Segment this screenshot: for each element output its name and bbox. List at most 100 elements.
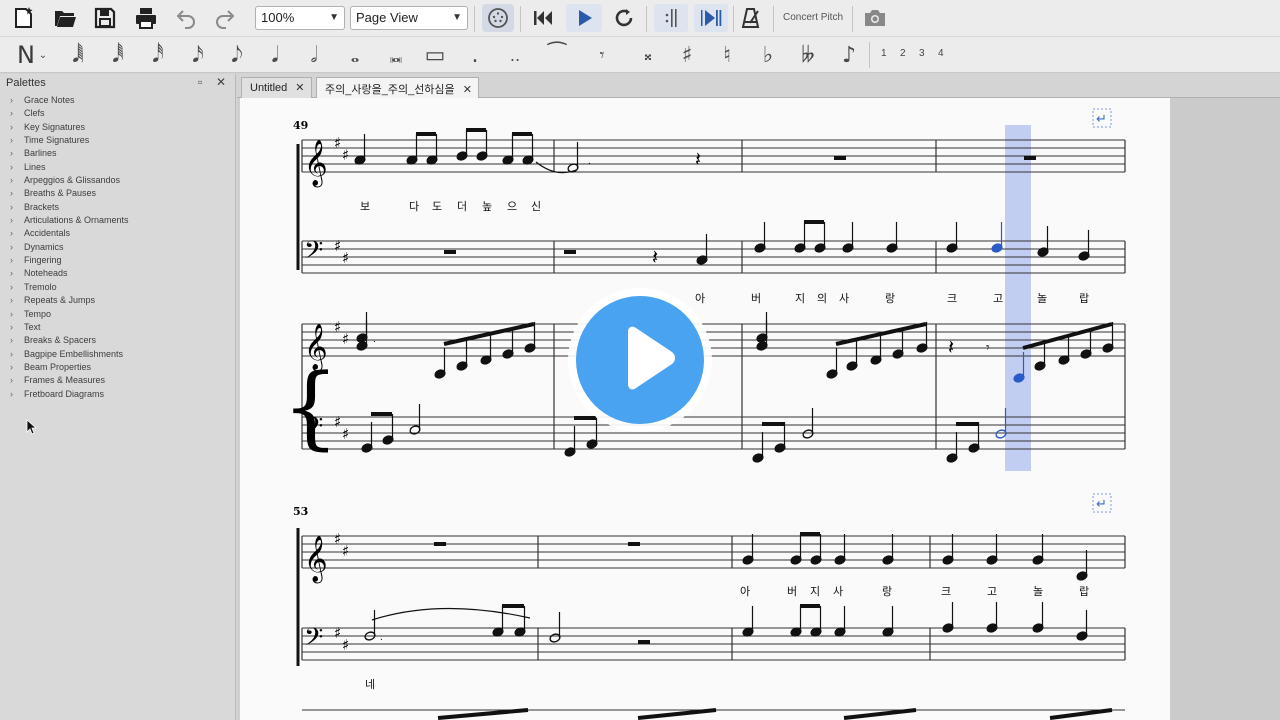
palette-item[interactable]: › Repeats & Jumps	[10, 294, 129, 307]
play-icon[interactable]	[566, 4, 602, 32]
midi-input-icon[interactable]	[482, 4, 514, 32]
camera-icon[interactable]	[861, 5, 889, 31]
palette-item[interactable]: › Fretboard Diagrams	[10, 388, 129, 401]
close-icon[interactable]: ✕	[295, 82, 304, 94]
whole-rest	[444, 250, 456, 254]
palette-item[interactable]: › Barlines	[10, 147, 129, 160]
palette-item[interactable]: › Time Signatures	[10, 134, 129, 147]
duration-whole-icon[interactable]: 𝅝	[341, 40, 369, 70]
tab-label: 주의_사랑을_주의_선하심을	[325, 84, 455, 96]
view-mode-select[interactable]: Page View ▼	[350, 6, 468, 30]
quarter-rest: 𝄽	[948, 335, 954, 359]
quarter-rest: 𝄽	[695, 147, 701, 171]
key-signature-sharp: ♯	[342, 425, 349, 443]
palette-item[interactable]: › Dynamics	[10, 241, 129, 254]
lyric-syllable: 버	[787, 585, 797, 598]
voice-1-button[interactable]: 1	[881, 48, 887, 59]
palette-item[interactable]: › Lines	[10, 161, 129, 174]
new-score-icon[interactable]	[10, 5, 38, 31]
palette-item[interactable]: › Fingering	[10, 254, 129, 267]
main-toolbar: 100% ▼ Page View ▼ Concert Pitch	[0, 0, 1280, 37]
duration-quarter-icon[interactable]: 𝅘𝅥	[261, 40, 289, 70]
duration-breve-icon[interactable]: 𝅜	[382, 40, 410, 70]
double-dot-icon[interactable]: ..	[501, 40, 529, 70]
duration-longa-icon[interactable]: ▭	[421, 40, 449, 70]
lyric-syllable: 랍	[1079, 292, 1089, 305]
tie-icon[interactable]: ⁀	[543, 40, 571, 70]
undock-icon[interactable]: ▫	[198, 75, 202, 89]
key-signature-sharp: ♯	[342, 542, 349, 560]
palette-item[interactable]: › Key Signatures	[10, 121, 129, 134]
repeat-playback-icon[interactable]	[654, 4, 688, 32]
chevron-down-icon[interactable]: ⌄	[36, 40, 50, 70]
treble-clef-icon: 𝄞	[304, 536, 328, 584]
system-break-icon: ↵	[1096, 497, 1107, 512]
chevron-right-icon: ›	[10, 148, 13, 159]
voice-4-button[interactable]: 4	[938, 48, 944, 59]
beam	[443, 322, 535, 346]
natural-icon[interactable]: ♮	[713, 40, 741, 70]
pan-score-icon[interactable]	[694, 4, 728, 32]
close-icon[interactable]: ✕	[216, 75, 226, 89]
score-page[interactable]: 49{𝄞 ♯ ♯ 𝄢 ♯ ♯ 𝄞 ♯ ♯ 𝄢 ♯ ♯. 𝄽 보 다 도 더 높 으 신 𝄽 아 버 지 의 사 랑 크 고 놀 랍. 𝄽 𝄾 53…	[240, 98, 1170, 720]
metronome-icon[interactable]	[737, 5, 765, 31]
palette-item[interactable]: › Text	[10, 321, 129, 334]
concert-pitch-button[interactable]: Concert Pitch	[783, 12, 843, 23]
undo-icon[interactable]	[172, 5, 200, 31]
lyric-syllable: 의	[817, 292, 827, 305]
palette-item[interactable]: › Breaks & Spacers	[10, 334, 129, 347]
chevron-right-icon: ›	[10, 215, 13, 226]
palette-item[interactable]: › Frames & Measures	[10, 374, 129, 387]
lyric-syllable: 보	[360, 200, 370, 213]
tab-current-score[interactable]: 주의_사랑을_주의_선하심을 ✕	[316, 77, 479, 98]
voice-2-button[interactable]: 2	[900, 48, 906, 59]
score-notation[interactable]: 49{𝄞 ♯♯𝄢 ♯♯𝄞 ♯♯𝄢 ♯♯. 𝄽보 다 도 더 높 으 신𝄽아 버 지 의 사 랑 크 고 놀 랍. 𝄽 𝄾53…	[240, 98, 1170, 720]
duration-half-icon[interactable]: 𝅗𝅥	[300, 40, 328, 70]
treble-clef-icon: 𝄞	[304, 140, 328, 188]
chevron-right-icon: ›	[10, 121, 13, 132]
palette-item[interactable]: › Clefs	[10, 107, 129, 120]
key-signature-sharp: ♯	[334, 237, 341, 255]
palette-item[interactable]: › Tempo	[10, 308, 129, 321]
palette-item[interactable]: › Beam Properties	[10, 361, 129, 374]
double-flat-icon[interactable]: 𝄫	[794, 40, 822, 70]
palette-item[interactable]: › Breaths & Pauses	[10, 187, 129, 200]
flat-icon[interactable]: ♭	[754, 40, 782, 70]
tab-untitled[interactable]: Untitled ✕	[241, 77, 312, 98]
rest-icon[interactable]: 𝄾	[588, 40, 616, 70]
palette-item[interactable]: › Accidentals	[10, 227, 129, 240]
redo-icon[interactable]	[211, 5, 239, 31]
beam	[437, 708, 529, 720]
palette-item[interactable]: › Noteheads	[10, 267, 129, 280]
sharp-icon[interactable]: ♯	[673, 40, 701, 70]
zoom-select[interactable]: 100% ▼	[255, 6, 345, 30]
flip-direction-icon[interactable]: ♪	[835, 40, 863, 70]
rewind-icon[interactable]	[529, 5, 557, 31]
double-sharp-icon[interactable]: 𝄪	[634, 40, 662, 70]
duration-64th-icon[interactable]: 𝅘𝅥𝅱	[104, 40, 132, 70]
duration-128th-icon[interactable]: 𝅘𝅥𝅲	[64, 40, 92, 70]
palette-list: › Grace Notes › Clefs › Key Signatures › Time S…	[10, 94, 129, 401]
augmentation-dot-icon[interactable]: .	[461, 40, 489, 70]
print-icon[interactable]	[132, 5, 160, 31]
palette-item-label: Grace Notes	[24, 95, 75, 105]
palette-item[interactable]: › Articulations & Ornaments	[10, 214, 129, 227]
duration-32nd-icon[interactable]: 𝅘𝅥𝅰	[144, 40, 172, 70]
loop-icon[interactable]	[610, 5, 638, 31]
lyric-syllable: 고	[987, 585, 997, 598]
close-icon[interactable]: ✕	[463, 84, 472, 96]
palette-item[interactable]: › Brackets	[10, 201, 129, 214]
voice-3-button[interactable]: 3	[919, 48, 925, 59]
bass-clef-icon: 𝄢	[304, 623, 323, 658]
palette-item[interactable]: › Tremolo	[10, 281, 129, 294]
video-play-button[interactable]	[568, 288, 712, 432]
palette-item[interactable]: › Grace Notes	[10, 94, 129, 107]
save-icon[interactable]	[91, 5, 119, 31]
duration-eighth-icon[interactable]: 𝅘𝅥𝅮	[223, 40, 251, 70]
open-folder-icon[interactable]	[51, 5, 79, 31]
chevron-right-icon: ›	[10, 241, 13, 252]
palette-item[interactable]: › Bagpipe Embellishments	[10, 348, 129, 361]
whole-rest	[834, 156, 846, 160]
duration-16th-icon[interactable]: 𝅘𝅥𝅯	[184, 40, 212, 70]
palette-item[interactable]: › Arpeggios & Glissandos	[10, 174, 129, 187]
